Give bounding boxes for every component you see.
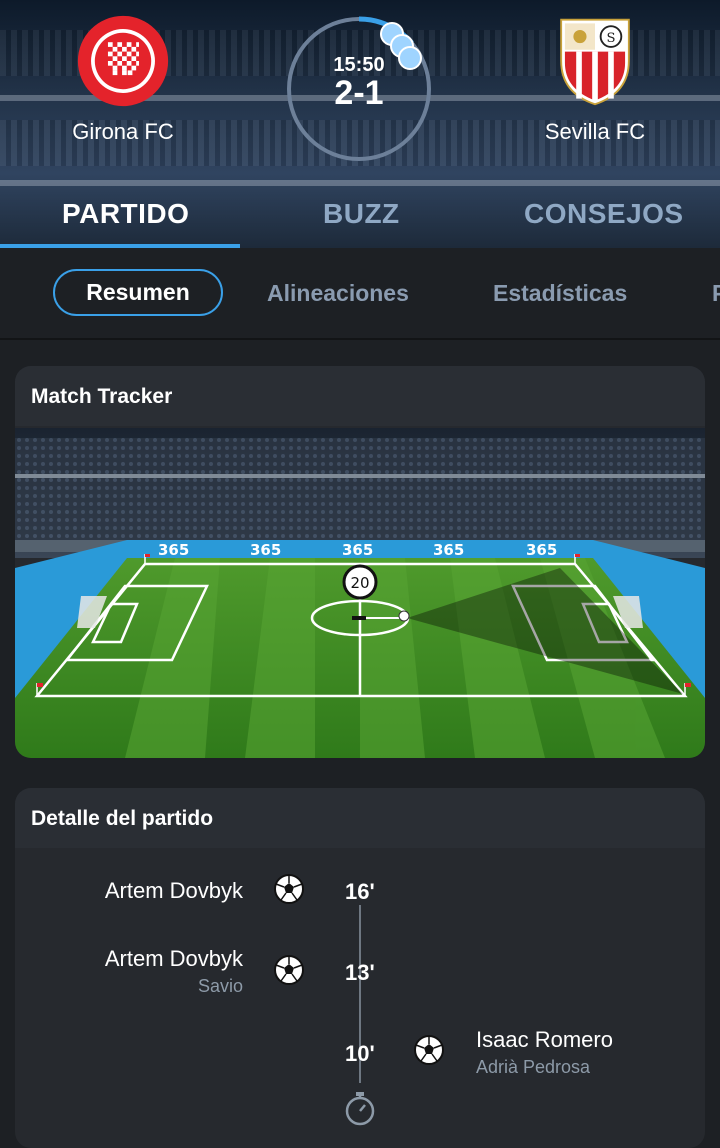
subtab-alineaciones[interactable]: Alineaciones <box>267 280 409 307</box>
soccer-ball-icon <box>414 1035 444 1065</box>
match-score: 2-1 <box>334 74 384 112</box>
tab-consejos[interactable]: CONSEJOS <box>524 198 684 230</box>
tab-buzz[interactable]: BUZZ <box>323 198 400 230</box>
match-details-card: Detalle del partido Artem Dovbyk 16' Art… <box>15 788 705 1148</box>
subtab-resumen[interactable]: Resumen <box>53 269 223 316</box>
match-header: Girona FC 15:50 2-1 S Sevilla FC PARTIDO… <box>0 0 720 248</box>
tab-partido[interactable]: PARTIDO <box>62 198 189 230</box>
home-team-name: Girona FC <box>72 119 174 144</box>
soccer-ball-icon <box>274 955 304 985</box>
event-assist: Adrià Pedrosa <box>476 1057 591 1077</box>
board-text-2: 365 <box>250 541 281 559</box>
subtab-estadisticas[interactable]: Estadísticas <box>493 280 627 307</box>
home-team[interactable]: Girona FC <box>38 14 208 145</box>
event-minute: 13' <box>345 960 375 985</box>
main-tabs: PARTIDO BUZZ CONSEJOS <box>0 198 720 248</box>
match-tracker-card: Match Tracker 365 365 365 365 365 20 <box>15 366 705 758</box>
match-tracker-title: Match Tracker <box>15 366 705 426</box>
match-tracker-field[interactable]: 365 365 365 365 365 20 <box>15 428 705 758</box>
sevilla-crest-icon: S <box>560 18 630 106</box>
stadium-beam-lower <box>0 180 720 186</box>
event-player: Isaac Romero <box>476 1027 613 1052</box>
event-assist: Savio <box>197 976 243 996</box>
event-minute: 10' <box>345 1041 375 1066</box>
subtab-more[interactable]: P <box>712 280 720 307</box>
stopwatch-icon <box>345 1092 375 1126</box>
svg-text:S: S <box>606 31 615 46</box>
match-details-title: Detalle del partido <box>15 788 705 848</box>
event-player: Artem Dovbyk <box>104 878 243 903</box>
pitch-icon: 365 365 365 365 365 20 <box>15 428 705 758</box>
board-text-1: 365 <box>158 541 189 559</box>
event-minute: 16' <box>345 879 375 904</box>
score-clock: 15:50 2-1 <box>284 14 434 164</box>
board-text-3: 365 <box>342 541 373 559</box>
board-text-4: 365 <box>433 541 464 559</box>
away-team[interactable]: S Sevilla FC <box>510 14 680 145</box>
event-player: Artem Dovbyk <box>104 946 243 971</box>
soccer-ball-icon <box>274 874 304 904</box>
sub-tabs: Resumen Alineaciones Estadísticas P <box>0 248 720 340</box>
board-text-5: 365 <box>526 541 557 559</box>
girona-crest-icon <box>77 15 169 107</box>
away-team-name: Sevilla FC <box>544 119 646 144</box>
player-marker-number: 20 <box>350 574 369 592</box>
